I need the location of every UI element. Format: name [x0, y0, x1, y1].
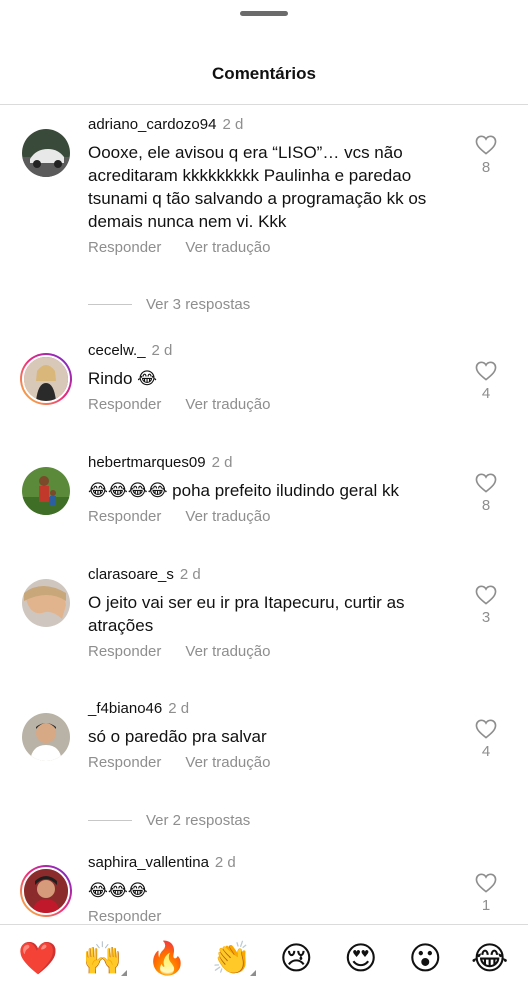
comment-header: hebertmarques09 2 d [88, 453, 464, 473]
comment-item: adriano_cardozo94 2 d Oooxe, ele avisou q… [0, 115, 528, 265]
like-control[interactable]: 3 [474, 585, 498, 626]
comment-actions: Responder [88, 908, 464, 923]
comment-header: _f4biano46 2 d [88, 699, 464, 719]
comment-item: cecelw._ 2 d Rindo 😂 Responder Ver traduç… [0, 341, 528, 427]
like-control[interactable]: 4 [474, 719, 498, 760]
comment-text: Rindo 😂 [88, 369, 158, 388]
comment-time: 2 d [222, 116, 244, 133]
reply-button[interactable]: Responder [88, 396, 161, 413]
heart-emoji-button[interactable]: ❤️ [16, 936, 60, 980]
reply-button[interactable]: Responder [88, 754, 161, 771]
heart-icon[interactable] [475, 873, 497, 893]
skin-tone-indicator-icon [249, 969, 256, 976]
heart-icon[interactable] [475, 361, 497, 381]
avatar[interactable] [20, 577, 72, 629]
comment-time: 2 d [214, 854, 236, 871]
comment-username[interactable]: clarasoare_s [88, 566, 174, 583]
comment-actions: Responder Ver tradução [88, 239, 464, 256]
comment-header: cecelw._ 2 d [88, 341, 464, 361]
comment-header: clarasoare_s 2 d [88, 565, 464, 585]
reply-button[interactable]: Responder [88, 643, 161, 660]
translate-button[interactable]: Ver tradução [185, 508, 270, 525]
translate-button[interactable]: Ver tradução [185, 239, 270, 256]
comment-username[interactable]: cecelw._ [88, 342, 146, 359]
view-replies-label: Ver 3 respostas [146, 295, 251, 313]
page-title: Comentários [212, 64, 316, 83]
like-control[interactable]: 8 [474, 135, 498, 176]
sheet-grabber[interactable] [240, 11, 288, 16]
emoji-reaction-bar: ❤️ 🙌 🔥 👏 😢 😍 😮 😂 [0, 924, 528, 990]
comment-item: clarasoare_s 2 d O jeito vai ser eu ir pr… [0, 565, 528, 673]
avatar[interactable] [20, 865, 72, 917]
comment-time: 2 d [168, 700, 190, 717]
avatar[interactable] [20, 353, 72, 405]
comment-header: adriano_cardozo94 2 d [88, 115, 464, 135]
comment-username[interactable]: _f4biano46 [88, 700, 162, 717]
fire-emoji-button[interactable]: 🔥 [145, 936, 189, 980]
clapping-emoji-button[interactable]: 👏 [210, 936, 256, 980]
comment-text: Oooxe, ele avisou q era “LISO”… vcs não … [88, 143, 427, 231]
comment-time: 2 d [179, 566, 201, 583]
comment-text: 😂😂😂 [88, 881, 148, 900]
comment-item: hebertmarques09 2 d 😂😂😂😂 poha prefeito il… [0, 453, 528, 539]
comment-list[interactable]: adriano_cardozo94 2 d Oooxe, ele avisou q… [0, 105, 528, 923]
like-control[interactable]: 8 [474, 473, 498, 514]
heart-eyes-emoji-button[interactable]: 😍 [339, 936, 383, 980]
comment-time: 2 d [211, 454, 233, 471]
reply-button[interactable]: Responder [88, 508, 161, 525]
like-count: 8 [481, 497, 491, 514]
comment-username[interactable]: adriano_cardozo94 [88, 116, 216, 133]
comment-text: O jeito vai ser eu ir pra Itapecuru, cur… [88, 593, 405, 635]
heart-icon[interactable] [475, 585, 497, 605]
like-count: 4 [481, 743, 491, 760]
heart-icon[interactable] [475, 135, 497, 155]
raising-hands-emoji-button[interactable]: 🙌 [81, 936, 127, 980]
replies-divider [88, 303, 132, 305]
laughing-emoji-button[interactable]: 😂 [468, 936, 512, 980]
like-count: 8 [481, 159, 491, 176]
translate-button[interactable]: Ver tradução [185, 754, 270, 771]
heart-icon[interactable] [475, 473, 497, 493]
view-replies-button[interactable]: Ver 2 respostas [0, 807, 528, 833]
avatar[interactable] [20, 127, 72, 179]
reply-button[interactable]: Responder [88, 908, 161, 923]
clapping-emoji: 👏 [211, 938, 252, 977]
replies-divider [88, 819, 132, 821]
like-control[interactable]: 4 [474, 361, 498, 402]
like-count: 3 [481, 609, 491, 626]
comment-time: 2 d [151, 342, 173, 359]
comment-text: só o paredão pra salvar [88, 727, 267, 746]
comment-item: _f4biano46 2 d só o paredão pra salvar Re… [0, 699, 528, 785]
reply-button[interactable]: Responder [88, 239, 161, 256]
comment-item: saphira_vallentina 2 d 😂😂😂 Responder 1 [0, 853, 528, 923]
comment-text: 😂😂😂😂 poha prefeito iludindo geral kk [88, 481, 399, 500]
avatar[interactable] [20, 711, 72, 763]
view-replies-button[interactable]: Ver 3 respostas [0, 291, 528, 317]
comment-actions: Responder Ver tradução [88, 754, 464, 771]
surprised-emoji-button[interactable]: 😮 [403, 936, 447, 980]
crying-emoji-button[interactable]: 😢 [274, 936, 318, 980]
translate-button[interactable]: Ver tradução [185, 396, 270, 413]
comment-actions: Responder Ver tradução [88, 508, 464, 525]
like-count: 4 [481, 385, 491, 402]
comment-actions: Responder Ver tradução [88, 643, 464, 660]
translate-button[interactable]: Ver tradução [185, 643, 270, 660]
comment-username[interactable]: saphira_vallentina [88, 854, 209, 871]
avatar[interactable] [20, 465, 72, 517]
like-control[interactable]: 1 [474, 873, 498, 914]
comment-username[interactable]: hebertmarques09 [88, 454, 206, 471]
comment-header: saphira_vallentina 2 d [88, 853, 464, 873]
view-replies-label: Ver 2 respostas [146, 811, 251, 829]
raising-hands-emoji: 🙌 [82, 938, 123, 977]
heart-icon[interactable] [475, 719, 497, 739]
like-count: 1 [481, 897, 491, 914]
skin-tone-indicator-icon [120, 969, 127, 976]
comment-actions: Responder Ver tradução [88, 396, 464, 413]
